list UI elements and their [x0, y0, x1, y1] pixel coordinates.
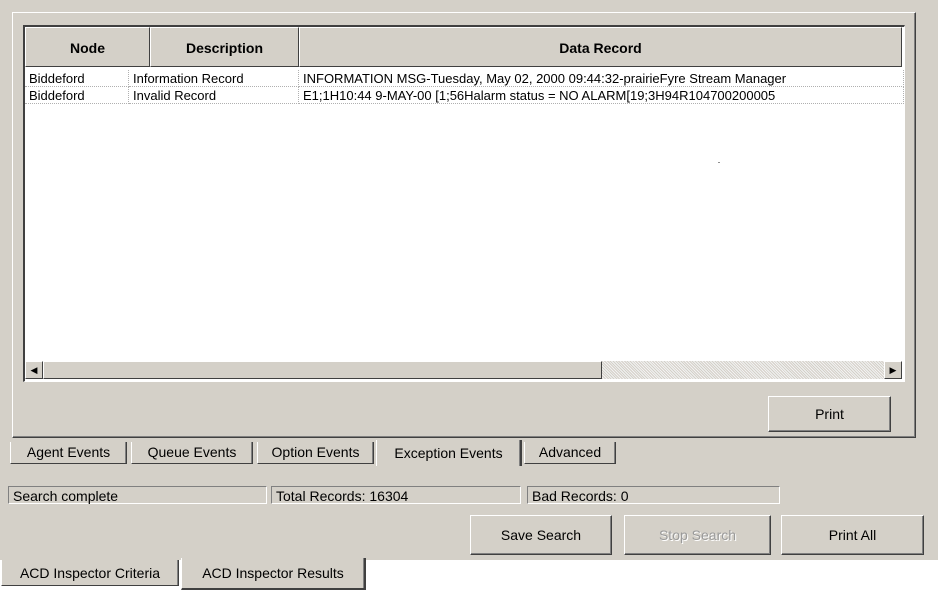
stray-pixel [718, 162, 720, 163]
cell-description: Invalid Record [129, 87, 299, 104]
tab-acd-inspector-criteria[interactable]: ACD Inspector Criteria [1, 560, 179, 586]
cell-node: Biddeford [25, 70, 129, 87]
total-records-field: Total Records: 16304 [271, 486, 521, 504]
acd-inspector-window: Node Description Data Record Biddeford I… [0, 0, 938, 560]
stop-search-button[interactable]: Stop Search [624, 515, 771, 555]
table-row[interactable]: Biddeford Invalid Record E1;1H10:44 9-MA… [25, 87, 904, 104]
horizontal-scrollbar[interactable]: ◀ ▶ [25, 361, 902, 379]
tab-option-events[interactable]: Option Events [257, 442, 374, 464]
cell-description: Information Record [129, 70, 299, 87]
column-header-description[interactable]: Description [150, 27, 299, 67]
scrollbar-thumb[interactable] [43, 361, 602, 379]
records-list[interactable]: Node Description Data Record Biddeford I… [23, 25, 905, 382]
tab-agent-events[interactable]: Agent Events [10, 442, 127, 464]
tab-acd-inspector-results[interactable]: ACD Inspector Results [181, 558, 366, 590]
save-search-button[interactable]: Save Search [470, 515, 612, 555]
arrow-right-icon[interactable]: ▶ [884, 361, 902, 379]
table-header: Node Description Data Record [25, 27, 904, 69]
tab-queue-events[interactable]: Queue Events [131, 442, 253, 464]
print-button[interactable]: Print [768, 396, 891, 432]
column-header-data-record[interactable]: Data Record [299, 27, 902, 67]
status-message: Search complete [8, 486, 267, 504]
arrow-left-icon[interactable]: ◀ [25, 361, 43, 379]
bad-records-field: Bad Records: 0 [527, 486, 780, 504]
column-header-node[interactable]: Node [25, 27, 150, 67]
cell-data-record: E1;1H10:44 9-MAY-00 [1;56Halarm status =… [299, 87, 904, 104]
cell-data-record: INFORMATION MSG-Tuesday, May 02, 2000 09… [299, 70, 904, 87]
cell-node: Biddeford [25, 87, 129, 104]
table-row[interactable]: Biddeford Information Record INFORMATION… [25, 70, 904, 87]
tab-exception-events[interactable]: Exception Events [376, 440, 522, 466]
print-all-button[interactable]: Print All [781, 515, 924, 555]
tab-advanced[interactable]: Advanced [524, 442, 616, 464]
